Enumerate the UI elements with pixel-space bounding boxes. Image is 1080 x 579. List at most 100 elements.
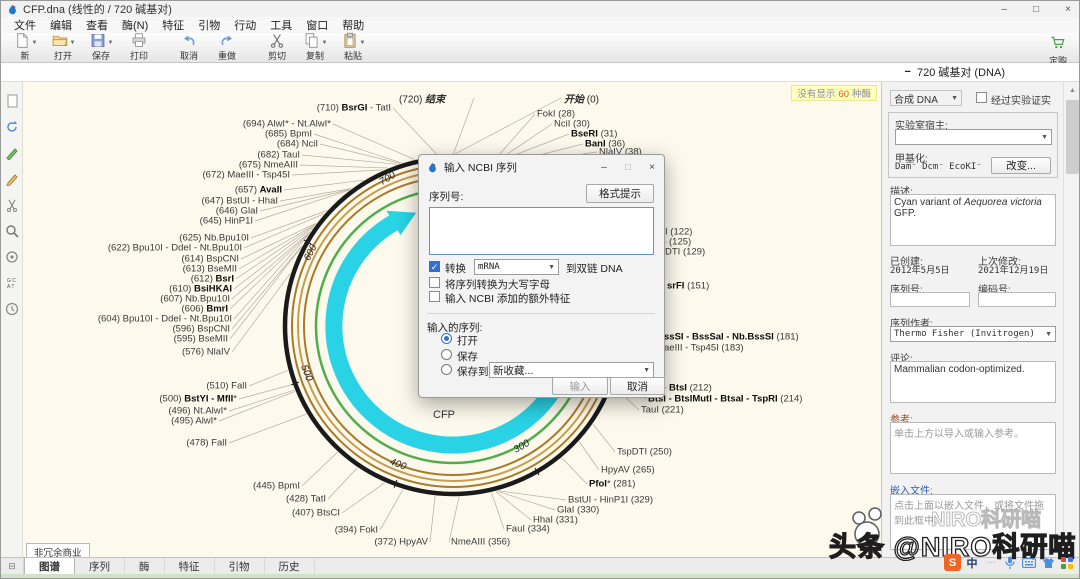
dropdown-arrow-icon[interactable]: ▼ bbox=[70, 40, 76, 46]
enzyme-label[interactable]: (684) NciI bbox=[277, 139, 318, 150]
description-box[interactable]: Cyan variant of Aequorea victoria GFP. bbox=[890, 194, 1056, 246]
dialog-maximize-icon[interactable]: □ bbox=[616, 162, 640, 173]
clock-icon[interactable] bbox=[3, 298, 21, 320]
enzyme-label[interactable]: aeIII - Tsp45I (183) bbox=[664, 343, 744, 354]
bases-gca-icon[interactable]: G CA T bbox=[3, 272, 21, 294]
reference-box[interactable]: 单击上方以导入或输入参考。 bbox=[890, 422, 1056, 474]
dialog-minimize-icon[interactable]: – bbox=[592, 162, 616, 173]
tools-dots-icon[interactable]: ⋯ bbox=[983, 555, 999, 571]
format-hint-button[interactable]: 格式提示 bbox=[586, 184, 654, 203]
enzyme-label[interactable]: (576) NlaIV bbox=[182, 347, 230, 358]
enzyme-label[interactable]: TspDTI (250) bbox=[617, 447, 672, 458]
save-to-radio[interactable] bbox=[441, 364, 452, 375]
enzyme-label[interactable]: NmeAIII (356) bbox=[451, 537, 510, 548]
enzyme-label[interactable]: (407) BtsCI bbox=[292, 508, 340, 519]
new-file-button[interactable]: ▼新 bbox=[7, 34, 43, 61]
save-floppy-button[interactable]: ▼保存 bbox=[83, 34, 119, 61]
magnifier-icon[interactable] bbox=[3, 220, 21, 242]
enzyme-label[interactable]: (710) BsrGI - TatI bbox=[317, 103, 391, 114]
enzyme-label[interactable]: (645) HinP1I bbox=[200, 216, 253, 227]
extra-features-checkbox[interactable] bbox=[429, 291, 440, 302]
author-select[interactable]: Thermo Fisher (Invitrogen)▼ bbox=[890, 326, 1056, 342]
document-icon[interactable] bbox=[3, 90, 21, 112]
scroll-up-icon[interactable]: ▲ bbox=[1064, 82, 1080, 98]
microphone-icon[interactable] bbox=[1002, 555, 1018, 571]
enzyme-label[interactable]: (372) HpyAV bbox=[374, 537, 428, 548]
close-icon[interactable]: × bbox=[1065, 4, 1071, 15]
enzyme-label[interactable]: BtsI (212) bbox=[669, 383, 712, 394]
cancel-button[interactable]: 取消 bbox=[610, 377, 665, 395]
enzyme-label[interactable]: srFI (151) bbox=[667, 281, 709, 292]
verified-checkbox[interactable] bbox=[976, 92, 987, 103]
scissors-small-icon[interactable] bbox=[3, 194, 21, 216]
change-methylation-button[interactable]: 改变... bbox=[991, 157, 1051, 174]
enzyme-label[interactable]: ssSI - BssSaI - Nb.BssSI (181) bbox=[664, 332, 799, 343]
enzyme-label[interactable]: (595) BseMII bbox=[174, 334, 228, 345]
tab-酶[interactable]: 酶 bbox=[125, 558, 165, 575]
sogou-icon[interactable]: S bbox=[944, 554, 961, 571]
pencil-icon[interactable] bbox=[3, 168, 21, 190]
tab-引物[interactable]: 引物 bbox=[215, 558, 265, 575]
chinese-mode-icon[interactable]: 中 bbox=[964, 555, 980, 571]
brush-icon[interactable] bbox=[3, 142, 21, 164]
enzyme-label[interactable]: (622) Bpu10I - DdeI - Nt.Bpu10I bbox=[108, 243, 242, 254]
panel-scrollbar[interactable]: ▲ ▼ bbox=[1063, 82, 1080, 557]
convert-type-select[interactable]: mRNA▼ bbox=[474, 259, 559, 275]
skin-shirt-icon[interactable] bbox=[1040, 555, 1056, 571]
dropdown-arrow-icon[interactable]: ▼ bbox=[322, 40, 328, 46]
enzyme-label[interactable]: (495) AlwI* bbox=[171, 416, 217, 427]
uppercase-checkbox[interactable] bbox=[429, 277, 440, 288]
enzyme-label[interactable]: (657) AvaII bbox=[235, 185, 282, 196]
convert-checkbox[interactable]: ✓ bbox=[429, 261, 440, 272]
enzyme-label[interactable]: (510) FalI bbox=[206, 381, 247, 392]
enzyme-label[interactable]: TauI (221) bbox=[641, 405, 684, 416]
enzyme-label[interactable]: PfoI* (281) bbox=[589, 479, 635, 490]
scroll-thumb[interactable] bbox=[1066, 100, 1079, 174]
open-folder-button[interactable]: ▼打开 bbox=[45, 34, 81, 61]
host-select[interactable]: ▼ bbox=[895, 129, 1052, 145]
comments-box[interactable]: Mammalian codon-optimized. bbox=[890, 361, 1056, 403]
enzyme-label[interactable]: (500) BstYI - MflI* bbox=[159, 394, 237, 405]
rotate-icon[interactable] bbox=[3, 116, 21, 138]
copy-button[interactable]: ▼复制 bbox=[297, 34, 333, 61]
split-view-icon[interactable]: ⊟ bbox=[1, 558, 24, 575]
target-icon[interactable] bbox=[3, 246, 21, 268]
enzyme-label[interactable]: FauI (334) bbox=[506, 524, 550, 535]
enzyme-label[interactable]: DTI (129) bbox=[665, 247, 705, 258]
minimize-icon[interactable]: – bbox=[1002, 4, 1008, 15]
dropdown-arrow-icon[interactable]: ▼ bbox=[360, 40, 366, 46]
enzyme-label[interactable]: (428) TatI bbox=[286, 494, 326, 505]
enzyme-label[interactable]: (394) FokI bbox=[335, 525, 378, 536]
dna-type-select[interactable]: 合成 DNA▼ bbox=[890, 90, 962, 106]
zoom-out-icon[interactable]: − bbox=[905, 66, 911, 78]
dialog-close-icon[interactable]: × bbox=[640, 162, 664, 173]
undo-button[interactable]: 取消 bbox=[171, 34, 207, 61]
keyboard-icon[interactable] bbox=[1021, 555, 1037, 571]
tab-历史[interactable]: 历史 bbox=[265, 558, 315, 575]
enzyme-label[interactable]: (445) BpmI bbox=[253, 481, 300, 492]
enzyme-label[interactable]: HpyAV (265) bbox=[601, 465, 655, 476]
accession-input[interactable] bbox=[890, 292, 970, 307]
enzyme-label[interactable]: BtsI - BtsIMutI - BtsaI - TspRI (214) bbox=[648, 394, 802, 405]
enzyme-label[interactable]: (672) MaeIII - Tsp45I bbox=[203, 170, 290, 181]
printer-button[interactable]: 打印 bbox=[121, 34, 157, 61]
collection-select[interactable]: 新收藏...▼ bbox=[489, 362, 654, 378]
redo-button[interactable]: 重做 bbox=[209, 34, 245, 61]
maximize-icon[interactable]: □ bbox=[1033, 4, 1039, 15]
cds-label[interactable]: CFP bbox=[433, 409, 455, 421]
import-button[interactable]: 输入 bbox=[552, 377, 608, 395]
paste-button[interactable]: ▼粘贴 bbox=[335, 34, 371, 61]
hidden-enzymes-badge[interactable]: 没有显示60种酶 bbox=[791, 85, 877, 101]
accession-textarea[interactable] bbox=[429, 207, 654, 255]
dialog-title-bar[interactable]: 输入 NCBI 序列 – □ × bbox=[419, 155, 664, 179]
code-input[interactable] bbox=[978, 292, 1056, 307]
tab-图谱[interactable]: 图谱 bbox=[24, 558, 75, 575]
dropdown-arrow-icon[interactable]: ▼ bbox=[108, 40, 114, 46]
open-radio[interactable] bbox=[441, 333, 452, 344]
scissors-button[interactable]: 剪切 bbox=[259, 34, 295, 61]
apps-grid-icon[interactable] bbox=[1059, 555, 1075, 571]
tab-特征[interactable]: 特征 bbox=[165, 558, 215, 575]
dropdown-arrow-icon[interactable]: ▼ bbox=[32, 40, 38, 46]
enzyme-label[interactable]: (478) FalI bbox=[186, 438, 227, 449]
save-radio[interactable] bbox=[441, 349, 452, 360]
